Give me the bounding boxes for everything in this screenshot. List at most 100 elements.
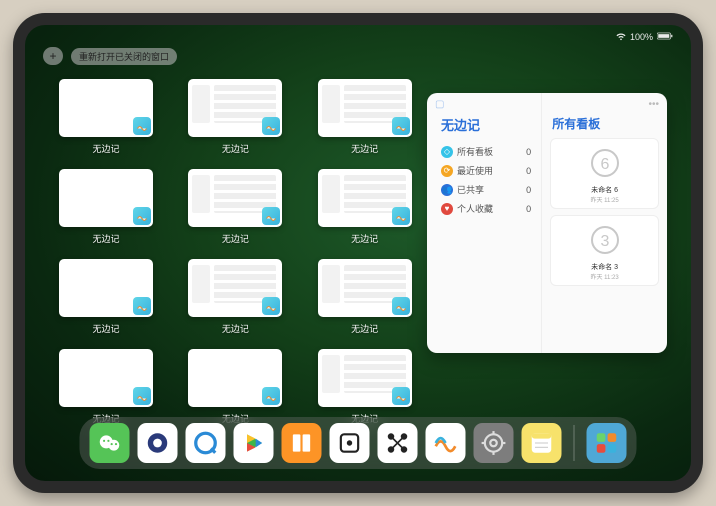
sidebar-item[interactable]: ⟳ 最近使用 0 [439, 161, 533, 180]
freeform-app-icon [392, 387, 410, 405]
apps-icon[interactable] [587, 423, 627, 463]
window-thumbnail [318, 349, 412, 407]
window-thumbnail [59, 79, 153, 137]
books-icon[interactable] [282, 423, 322, 463]
freeform-app-icon [392, 207, 410, 225]
freeform-app-icon [133, 207, 151, 225]
board-card[interactable]: 6 未命名 6昨天 11:25 [550, 138, 659, 209]
app-window-label: 无边记 [222, 322, 249, 335]
panel-sidebar: 无边记 ◇ 所有看板 0 ⟳ 最近使用 0 👥 已共享 0 ♥ 个人收藏 0 [427, 93, 542, 353]
freeform-app-icon [392, 297, 410, 315]
sidebar-item[interactable]: ♥ 个人收藏 0 [439, 199, 533, 218]
window-thumbnail [188, 349, 282, 407]
battery-text: 100% [630, 32, 653, 42]
sidebar-item-icon: ⟳ [441, 165, 453, 177]
board-name: 未命名 6 [591, 185, 618, 195]
app-window-label: 无边记 [92, 322, 119, 335]
app-window[interactable]: 无边记 [188, 169, 282, 245]
freeform-icon[interactable] [426, 423, 466, 463]
window-thumbnail [318, 79, 412, 137]
sidebar-item-label: 最近使用 [457, 164, 493, 177]
freeform-panel[interactable]: ▢ ••• 无边记 ◇ 所有看板 0 ⟳ 最近使用 0 👥 已共享 0 ♥ 个人收藏 0 所有看板 6… [427, 93, 667, 353]
board-card[interactable]: 3未命名 3昨天 11:23 [550, 215, 659, 286]
app-window[interactable]: 无边记 [59, 169, 153, 245]
board-thumbnail: 6 [585, 143, 625, 183]
freeform-app-icon [133, 297, 151, 315]
new-window-button[interactable]: + [43, 47, 63, 65]
app-overview-grid: 无边记无边记无边记无边记无边记无边记无边记无边记无边记无边记无边记无边记 [59, 79, 419, 425]
dock-divider [574, 425, 575, 461]
sidebar-item-count: 0 [526, 147, 531, 157]
panel-right-title: 所有看板 [552, 115, 659, 132]
window-thumbnail [188, 169, 282, 227]
freeform-app-icon [133, 117, 151, 135]
browser-icon[interactable] [186, 423, 226, 463]
board-name: 未命名 3 [591, 262, 618, 272]
wechat-icon[interactable] [90, 423, 130, 463]
reopen-closed-window-button[interactable]: 重新打开已关闭的窗口 [71, 48, 177, 65]
dice-icon[interactable] [330, 423, 370, 463]
sidebar-item-icon: ♥ [441, 203, 453, 215]
app-window[interactable]: 无边记 [318, 349, 412, 425]
notes-icon[interactable] [522, 423, 562, 463]
window-thumbnail [59, 169, 153, 227]
window-thumbnail [188, 259, 282, 317]
board-thumbnail: 3 [585, 220, 625, 260]
sidebar-item-count: 0 [526, 166, 531, 176]
sidebar-item-icon: 👥 [441, 184, 453, 196]
freeform-app-icon [262, 297, 280, 315]
app-window-label: 无边记 [92, 232, 119, 245]
ipad-frame: 100% + 重新打开已关闭的窗口 无边记无边记无边记无边记无边记无边记无边记无… [13, 13, 703, 493]
panel-left-title: 无边记 [441, 115, 533, 134]
sidebar-item[interactable]: ◇ 所有看板 0 [439, 142, 533, 161]
app-window-label: 无边记 [351, 322, 378, 335]
sidebar-item[interactable]: 👥 已共享 0 [439, 180, 533, 199]
app-window-label: 无边记 [351, 142, 378, 155]
sidebar-item-label: 已共享 [457, 183, 484, 196]
panel-content: 所有看板 6未命名 6昨天 11:253未命名 3昨天 11:23 [542, 93, 667, 353]
app-window[interactable]: 无边记 [188, 349, 282, 425]
app-window-label: 无边记 [222, 232, 249, 245]
plus-icon: + [49, 49, 56, 63]
app-window[interactable]: 无边记 [318, 79, 412, 155]
sidebar-item-label: 所有看板 [457, 145, 493, 158]
app-window[interactable]: 无边记 [59, 79, 153, 155]
window-thumbnail [318, 259, 412, 317]
freeform-app-icon [262, 117, 280, 135]
sidebar-item-label: 个人收藏 [457, 202, 493, 215]
svg-text:6: 6 [600, 156, 609, 173]
window-thumbnail [318, 169, 412, 227]
window-thumbnail [59, 259, 153, 317]
settings-icon[interactable] [474, 423, 514, 463]
app-window[interactable]: 无边记 [318, 259, 412, 335]
app-window[interactable]: 无边记 [59, 349, 153, 425]
window-control-icon: ▢ [435, 99, 444, 110]
wifi-icon [616, 31, 626, 43]
sidebar-item-count: 0 [526, 185, 531, 195]
app-window-label: 无边记 [222, 142, 249, 155]
window-thumbnail [59, 349, 153, 407]
freeform-app-icon [133, 387, 151, 405]
dock [80, 417, 637, 469]
freeform-app-icon [262, 207, 280, 225]
battery-icon [657, 31, 673, 43]
screen: 100% + 重新打开已关闭的窗口 无边记无边记无边记无边记无边记无边记无边记无… [25, 25, 691, 481]
window-thumbnail [188, 79, 282, 137]
app-window-label: 无边记 [351, 232, 378, 245]
status-bar: 100% [25, 29, 691, 45]
top-controls: + 重新打开已关闭的窗口 [43, 47, 177, 65]
quark-icon[interactable] [138, 423, 178, 463]
sidebar-item-icon: ◇ [441, 146, 453, 158]
sidebar-item-count: 0 [526, 204, 531, 214]
app-window[interactable]: 无边记 [188, 259, 282, 335]
board-subtitle: 昨天 11:25 [590, 195, 618, 204]
app-window-label: 无边记 [92, 142, 119, 155]
menu-dots-icon[interactable]: ••• [648, 99, 659, 110]
freeform-app-icon [262, 387, 280, 405]
freeform-app-icon [392, 117, 410, 135]
play-icon[interactable] [234, 423, 274, 463]
nodes-icon[interactable] [378, 423, 418, 463]
app-window[interactable]: 无边记 [59, 259, 153, 335]
app-window[interactable]: 无边记 [188, 79, 282, 155]
app-window[interactable]: 无边记 [318, 169, 412, 245]
